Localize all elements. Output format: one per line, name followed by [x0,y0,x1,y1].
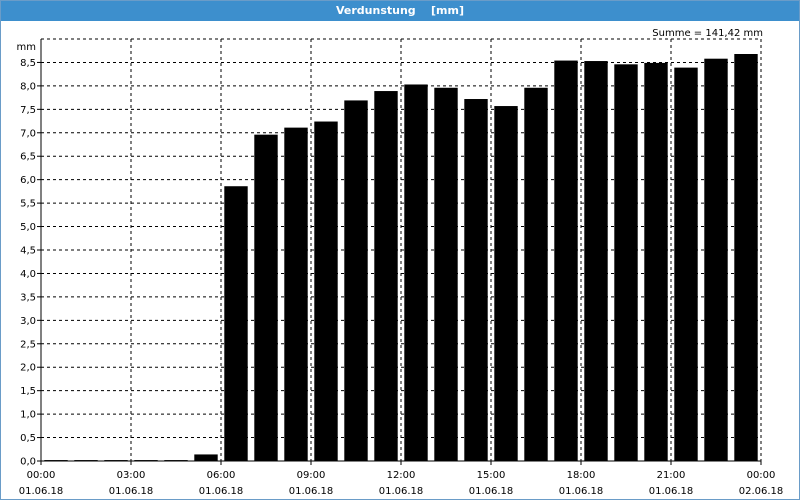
bar [734,54,758,461]
bar [524,87,548,462]
y-tick-label: 1,0 [20,410,36,421]
bar [494,106,518,461]
y-tick-label: 4,0 [20,269,36,280]
y-tick-label: 2,0 [20,363,36,374]
bar [614,64,638,461]
bar [284,127,308,462]
bar [344,100,368,462]
y-tick-label: 5,0 [20,222,36,233]
x-tick-date: 02.06.18 [739,486,784,497]
bar [374,91,398,462]
x-tick-date: 01.06.18 [109,486,154,497]
x-tick-date: 01.06.18 [559,486,604,497]
y-tick-label: 3,5 [20,292,36,303]
x-tick-time: 00:00 [27,470,56,481]
x-tick-date: 01.06.18 [649,486,694,497]
bar [674,67,698,461]
x-tick-time: 15:00 [477,470,506,481]
y-axis-unit: mm [17,42,36,53]
x-tick-date: 01.06.18 [19,486,64,497]
x-tick-date: 01.06.18 [199,486,244,497]
x-tick-time: 06:00 [207,470,236,481]
bar [464,99,488,462]
x-tick-time: 21:00 [657,470,686,481]
y-tick-label: 0,0 [20,457,36,468]
y-tick-label: 6,5 [20,152,36,163]
y-tick-label: 7,5 [20,105,36,116]
y-tick-label: 7,0 [20,128,36,139]
bar [584,61,608,461]
bar [554,60,578,462]
bar [194,454,218,461]
y-tick-label: 8,0 [20,81,36,92]
bar [644,62,668,462]
x-tick-time: 03:00 [117,470,146,481]
x-tick-time: 18:00 [567,470,596,481]
x-tick-time: 00:00 [747,470,776,481]
y-tick-label: 0,5 [20,433,36,444]
x-tick-date: 01.06.18 [469,486,514,497]
x-tick-time: 12:00 [387,470,416,481]
bar-chart: 0,0 0,5 1,0 1,5 2,0 2,5 3,0 3,5 4,0 4,5 5,0 5,5 6,0 6… [17,38,784,497]
y-tick-label: 5,5 [20,199,36,210]
y-tick-label: 1,5 [20,386,36,397]
y-tick-label: 3,0 [20,316,36,327]
bar [224,186,248,461]
y-tick-label: 4,5 [20,246,36,257]
x-tick-date: 01.06.18 [289,486,334,497]
y-tick-label: 6,0 [20,175,36,186]
x-tick-date: 01.06.18 [379,486,424,497]
y-tick-label: 8,5 [20,58,36,69]
x-tick-time: 09:00 [297,470,326,481]
y-tick-label: 2,5 [20,339,36,350]
bar [434,87,458,462]
bar [404,84,428,461]
bar [704,58,728,462]
bar [314,121,338,461]
bar [254,134,278,462]
